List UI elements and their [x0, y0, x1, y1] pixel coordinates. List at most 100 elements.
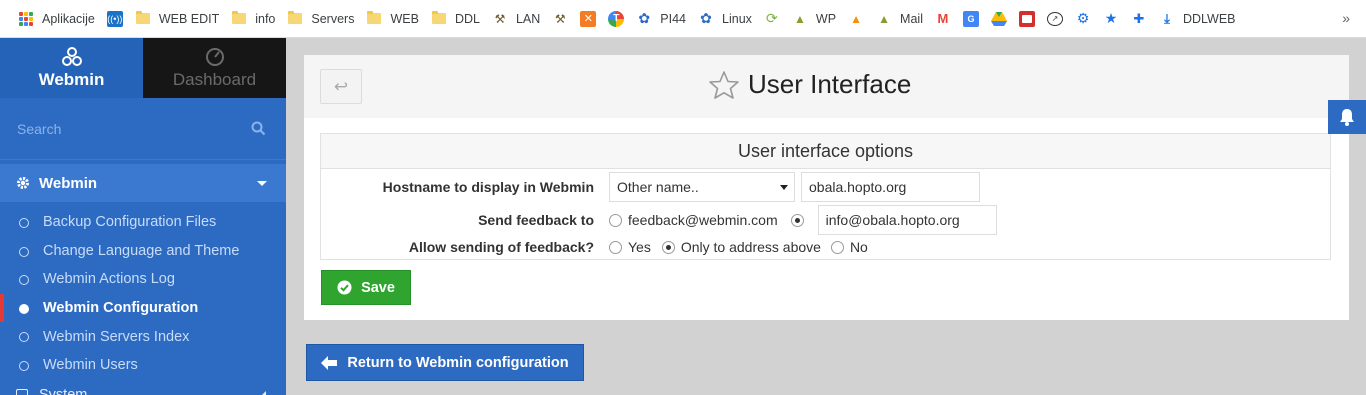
bookmark-apps[interactable]: Aplikacije: [12, 6, 101, 32]
bookmark-star[interactable]: ★: [1097, 6, 1125, 32]
bookmark-folder-ddl[interactable]: DDL: [425, 6, 486, 32]
feedback-default-radio[interactable]: [609, 213, 622, 227]
options-table-header: User interface options: [321, 134, 1330, 169]
webmin-icon: ✿: [700, 10, 712, 26]
return-button[interactable]: Return to Webmin configuration: [306, 344, 584, 381]
sync-icon: ⟳: [766, 10, 778, 26]
allow-only-label: Only to address above: [680, 239, 821, 255]
bookmark-translate[interactable]: G: [957, 6, 985, 32]
bookmark-label: PI44: [660, 11, 687, 26]
folder-icon: [287, 11, 303, 27]
back-button[interactable]: ↩: [320, 69, 362, 104]
sidebar: Webmin Dashboard Webmin Backup Configura…: [0, 38, 286, 395]
feedback-default-label: feedback@webmin.com: [628, 212, 778, 228]
folder-icon: [431, 11, 447, 27]
bookmark-sync[interactable]: ⟳: [758, 6, 786, 32]
gear-icon: [17, 177, 29, 189]
sidebar-search: [0, 98, 286, 160]
bookmark-folder-info[interactable]: info: [225, 6, 281, 32]
apps-grid-icon: [18, 11, 34, 27]
bookmark-label: WP: [815, 11, 837, 26]
bookmark-puzzle[interactable]: ✚: [1125, 6, 1153, 32]
sidebar-section-webmin[interactable]: Webmin: [0, 164, 286, 202]
favorite-star-icon[interactable]: [708, 70, 740, 100]
allow-yes-label: Yes: [628, 239, 651, 255]
allow-feedback-label: Allow sending of feedback?: [408, 239, 594, 255]
caret-left-icon: [261, 390, 266, 395]
allow-no-radio[interactable]: [830, 240, 844, 254]
wifi-icon: ((•)): [106, 10, 123, 27]
return-button-label: Return to Webmin configuration: [347, 354, 569, 371]
hostname-select-value: Other name..: [617, 178, 699, 195]
bookmark-wifi[interactable]: ((•)): [101, 6, 129, 32]
bookmark-folder-servers[interactable]: Servers: [281, 6, 360, 32]
card-icon: [1018, 10, 1035, 27]
tab-webmin[interactable]: Webmin: [0, 38, 143, 98]
bookmark-label: Linux: [722, 11, 752, 26]
search-input[interactable]: [0, 98, 286, 160]
bookmarks-overflow-button[interactable]: »: [1342, 10, 1350, 26]
drive-icon: [990, 11, 1007, 27]
folder-icon: [231, 11, 247, 27]
hostname-select[interactable]: Other name..: [609, 171, 795, 202]
notifications-button[interactable]: [1328, 100, 1366, 134]
bookmark-xampp[interactable]: ✕: [574, 6, 602, 32]
bookmark-label: DDL: [454, 11, 480, 26]
system-icon: [16, 388, 28, 395]
bookmark-wp[interactable]: ▲ WP: [786, 6, 842, 32]
lan2-icon: ⚒: [554, 11, 566, 26]
search-icon[interactable]: [251, 121, 266, 136]
bookmark-card[interactable]: [1013, 6, 1041, 32]
bookmark-lan[interactable]: ⚒ LAN: [486, 6, 546, 32]
save-button-label: Save: [361, 279, 395, 296]
bookmarks-bar: Aplikacije ((•)) WEB EDIT info Servers W…: [0, 0, 1366, 38]
bookmark-label: info: [255, 11, 276, 26]
bookmark-label: DDLWEB: [1182, 11, 1236, 26]
tab-webmin-label: Webmin: [38, 69, 105, 89]
bookmark-label: Servers: [311, 11, 355, 26]
row-hostname: Hostname to display in Webmin Other name…: [321, 170, 1330, 203]
feedback-email-input[interactable]: info@obala.hopto.org: [817, 205, 997, 235]
allow-only-radio[interactable]: [661, 240, 675, 254]
bookmark-folder-web[interactable]: WEB: [360, 6, 424, 32]
triangle-icon: ▲: [793, 11, 806, 26]
bookmark-t[interactable]: T: [602, 6, 630, 32]
row-feedback: Send feedback to feedback@webmin.com inf…: [321, 204, 1330, 236]
webmin-icon: ✿: [638, 10, 651, 26]
arrow-left-icon: [321, 355, 338, 370]
feedback-email-value: info@obala.hopto.org: [825, 212, 960, 228]
sidebar-section-system[interactable]: System: [0, 380, 286, 395]
sidebar-item-change-language-and-theme[interactable]: Change Language and Theme: [0, 237, 286, 266]
bookmark-ddlweb[interactable]: ⤓ DDLWEB: [1153, 6, 1242, 32]
options-table: User interface options Hostname to displ…: [320, 133, 1331, 260]
bookmark-mail[interactable]: ▲ Mail: [870, 6, 929, 32]
bookmark-linux[interactable]: ✿ Linux: [692, 6, 758, 32]
panel-header: ↩ User Interface: [304, 55, 1349, 118]
sidebar-item-webmin-configuration[interactable]: Webmin Configuration: [0, 293, 286, 323]
bookmark-pi44[interactable]: ✿ PI44: [630, 6, 692, 32]
feedback-label: Send feedback to: [478, 212, 594, 228]
bookmark-folder-web-edit[interactable]: WEB EDIT: [129, 6, 225, 32]
bookmark-speed[interactable]: ↗: [1041, 6, 1069, 32]
translate-icon: G: [962, 10, 979, 27]
bookmark-gmail[interactable]: M: [929, 6, 957, 32]
tab-dashboard-label: Dashboard: [172, 69, 257, 89]
folder-icon: [366, 11, 382, 27]
bookmark-drive[interactable]: [985, 6, 1013, 32]
hostname-input[interactable]: obala.hopto.org: [801, 171, 980, 202]
speed-icon: ↗: [1046, 11, 1063, 26]
feedback-custom-radio[interactable]: [790, 213, 804, 227]
triangle-icon: ▲: [878, 11, 890, 26]
save-button[interactable]: Save: [321, 270, 411, 305]
allow-yes-radio[interactable]: [609, 240, 622, 254]
sidebar-item-webmin-users[interactable]: Webmin Users: [0, 351, 286, 380]
bookmark-pma[interactable]: ▲: [842, 6, 870, 32]
t-circle-icon: T: [608, 10, 625, 27]
tab-dashboard[interactable]: Dashboard: [143, 38, 286, 98]
bookmark-lan2[interactable]: ⚒: [546, 6, 574, 32]
sidebar-item-webmin-servers-index[interactable]: Webmin Servers Index: [0, 322, 286, 351]
bookmark-gear[interactable]: ⚙: [1069, 6, 1097, 32]
sidebar-item-webmin-actions-log[interactable]: Webmin Actions Log: [0, 265, 286, 294]
sidebar-item-backup-configuration-files[interactable]: Backup Configuration Files: [0, 208, 286, 237]
hostname-label: Hostname to display in Webmin: [382, 178, 594, 195]
